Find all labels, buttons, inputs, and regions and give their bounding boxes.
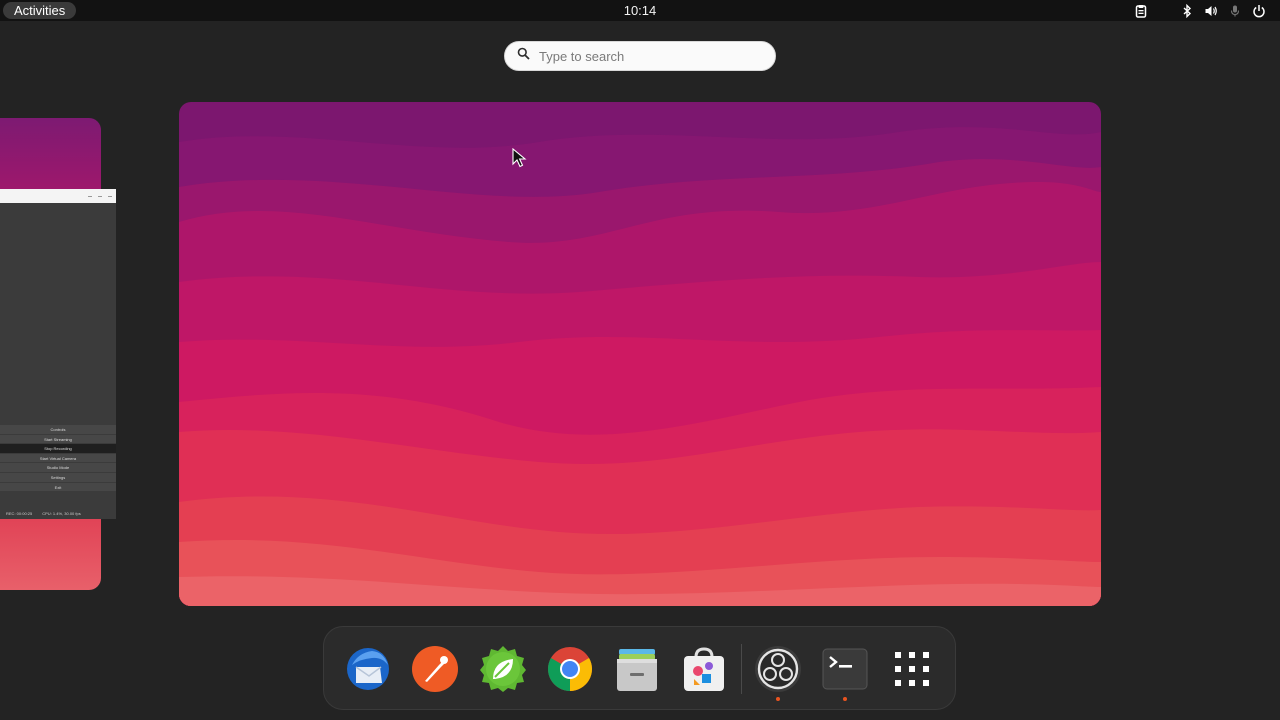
bluetooth-icon bbox=[1180, 3, 1194, 18]
software-store-icon[interactable] bbox=[680, 645, 728, 693]
show-applications-icon[interactable] bbox=[888, 645, 936, 693]
running-indicator bbox=[843, 697, 847, 701]
volume-icon bbox=[1204, 4, 1218, 18]
obs-window-preview[interactable]: Controls Start Streaming Stop Recording … bbox=[0, 189, 116, 519]
thunderbird-icon[interactable] bbox=[344, 645, 392, 693]
top-bar: Activities 10:14 bbox=[0, 0, 1280, 21]
running-indicator bbox=[776, 697, 780, 701]
mouse-cursor bbox=[512, 147, 528, 173]
microphone-icon bbox=[1228, 4, 1242, 18]
search-input[interactable] bbox=[539, 48, 759, 64]
activities-button[interactable]: Activities bbox=[3, 2, 77, 19]
obs-rec-status: REC: 00:00:25 bbox=[6, 511, 33, 516]
obs-menu-item: Controls bbox=[0, 425, 116, 435]
obs-status-bar: REC: 00:00:25 CPU: 1.4%, 30.00 fps bbox=[6, 511, 81, 516]
system-tray[interactable] bbox=[1134, 3, 1266, 18]
terminal-icon[interactable] bbox=[821, 645, 869, 693]
obs-menu-item: Start Virtual Camera bbox=[0, 453, 116, 464]
obs-menu-item: Exit bbox=[0, 482, 116, 493]
obs-menu-item: Stop Recording bbox=[0, 444, 116, 454]
chrome-icon[interactable] bbox=[546, 645, 594, 693]
workspace-thumbnail-current[interactable] bbox=[179, 102, 1101, 606]
dash-separator bbox=[741, 644, 742, 694]
spring-tools-icon[interactable] bbox=[479, 645, 527, 693]
power-icon bbox=[1252, 4, 1266, 18]
window-titlebar bbox=[0, 189, 116, 203]
obs-controls-panel: Controls Start Streaming Stop Recording … bbox=[0, 425, 116, 493]
desktop-wallpaper bbox=[179, 102, 1101, 606]
obs-cpu-status: CPU: 1.4%, 30.00 fps bbox=[42, 511, 81, 516]
obs-menu-item: Settings bbox=[0, 472, 116, 483]
clock[interactable]: 10:14 bbox=[624, 3, 657, 18]
files-icon[interactable] bbox=[613, 645, 661, 693]
dash bbox=[323, 626, 956, 710]
obs-menu-item: Studio Mode bbox=[0, 463, 116, 473]
search-icon bbox=[517, 47, 530, 65]
search-entry[interactable] bbox=[504, 41, 776, 71]
clipboard-icon[interactable] bbox=[1134, 4, 1148, 18]
postman-icon[interactable] bbox=[411, 645, 459, 693]
obs-studio-icon[interactable] bbox=[754, 645, 802, 693]
obs-menu-item: Start Streaming bbox=[0, 434, 116, 445]
